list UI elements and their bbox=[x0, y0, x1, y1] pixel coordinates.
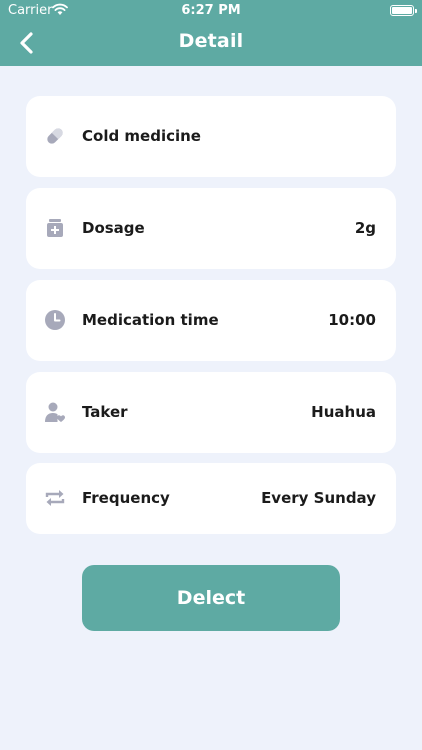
clock-icon bbox=[45, 310, 65, 330]
frequency-card: Frequency Every Sunday bbox=[26, 463, 396, 534]
status-bar: Carrier 6:27 PM bbox=[0, 0, 422, 22]
medicine-name-card: Cold medicine bbox=[26, 96, 396, 177]
medicine-bottle-icon bbox=[47, 219, 63, 237]
battery-icon bbox=[390, 5, 417, 16]
delete-button[interactable]: Delect bbox=[82, 565, 340, 631]
repeat-icon bbox=[45, 490, 65, 506]
dosage-label: Dosage bbox=[82, 219, 145, 237]
frequency-value: Every Sunday bbox=[261, 489, 376, 507]
status-time: 6:27 PM bbox=[181, 3, 241, 18]
dosage-value: 2g bbox=[354, 219, 376, 237]
taker-card: Taker Huahua bbox=[26, 372, 396, 453]
taker-label: Taker bbox=[82, 403, 128, 421]
taker-value: Huahua bbox=[311, 403, 376, 421]
dosage-card: Dosage 2g bbox=[26, 188, 396, 269]
page-title: Detail bbox=[178, 30, 244, 52]
pill-icon bbox=[47, 128, 63, 144]
medication-time-label: Medication time bbox=[82, 311, 219, 329]
frequency-label: Frequency bbox=[82, 489, 170, 507]
medication-time-card: Medication time 10:00 bbox=[26, 280, 396, 361]
person-icon bbox=[45, 402, 65, 422]
medication-time-value: 10:00 bbox=[328, 311, 376, 329]
nav-header: Carrier 6:27 PM Detail bbox=[0, 0, 422, 66]
medicine-name-label: Cold medicine bbox=[82, 127, 201, 145]
